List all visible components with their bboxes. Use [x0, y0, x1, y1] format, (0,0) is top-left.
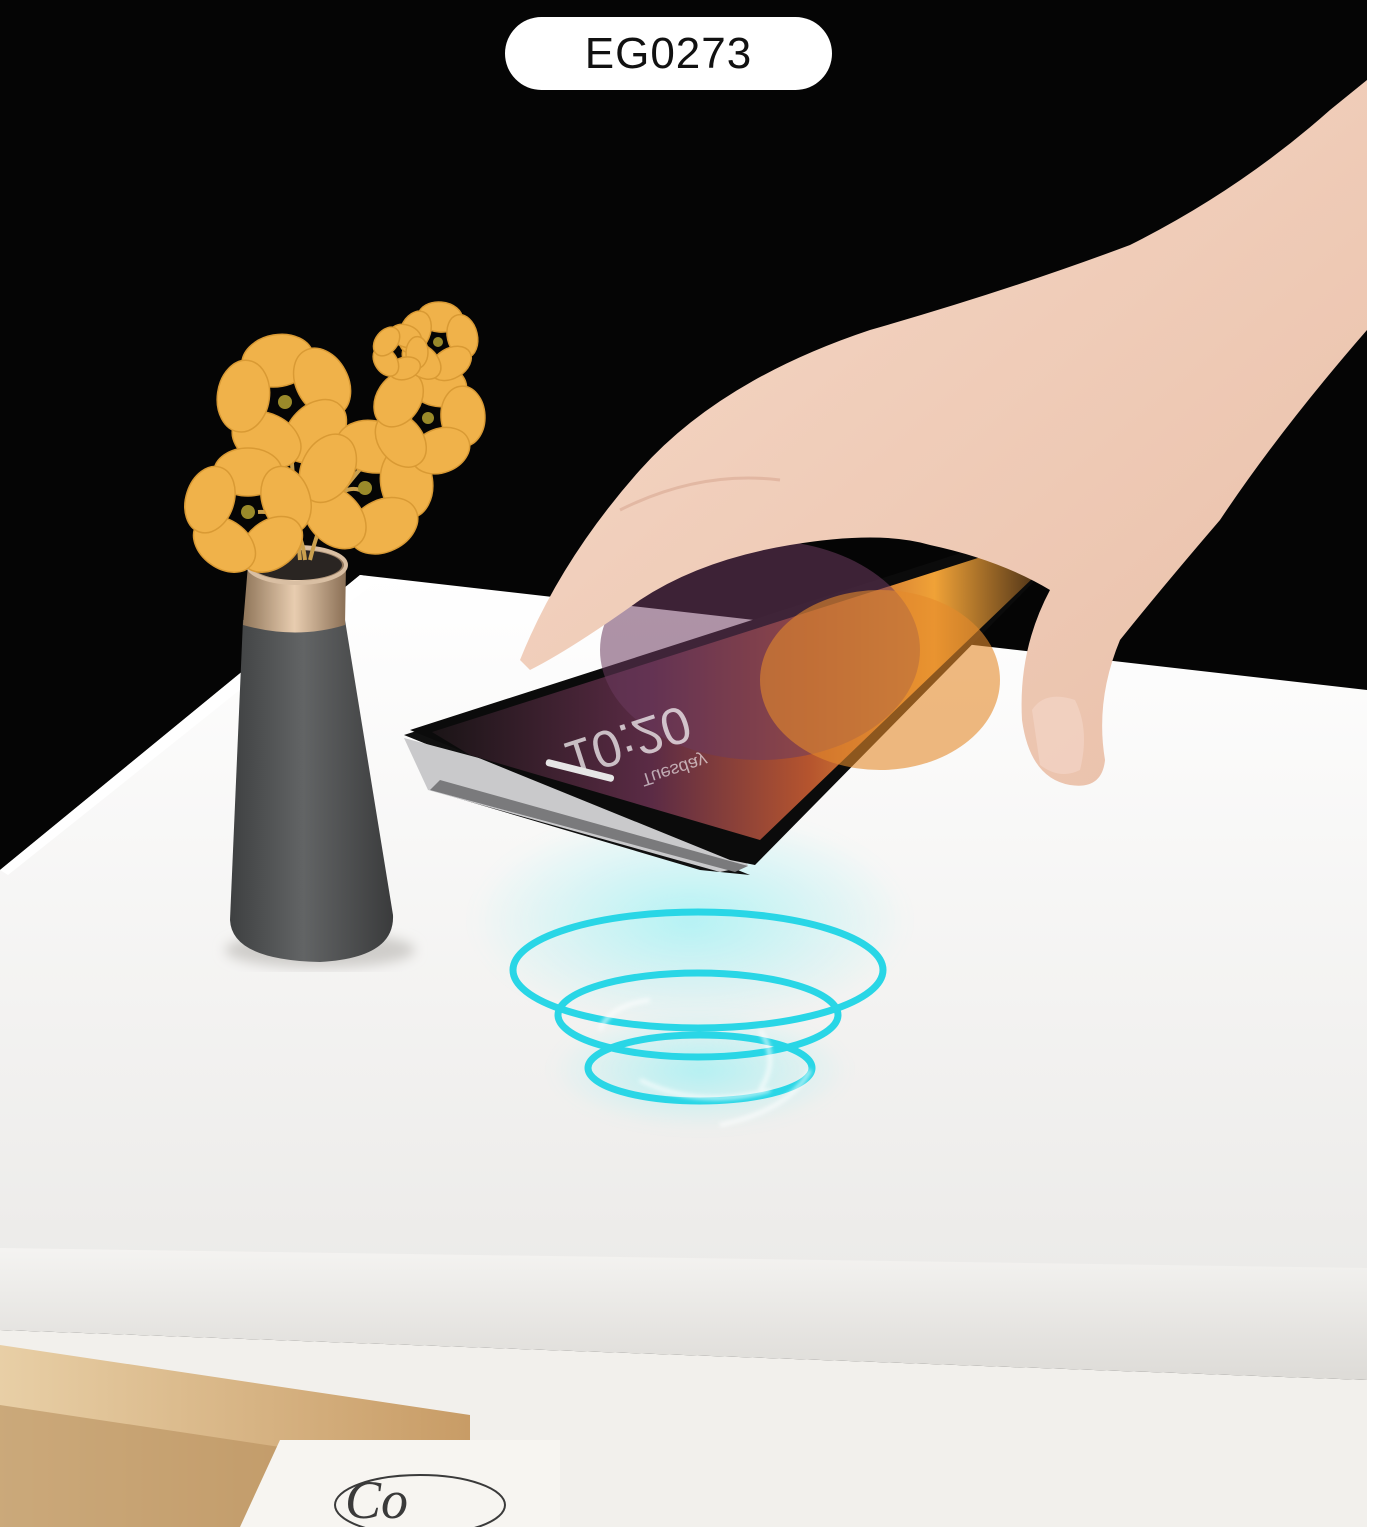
right-border [1367, 0, 1381, 1533]
product-scene-illustration: Co 10:20 Tuesday [0, 80, 1367, 1533]
product-photo: Co 10:20 Tuesday EG0273 [0, 0, 1381, 1533]
bottom-border [0, 1527, 1381, 1533]
flowers [184, 301, 486, 573]
model-code-badge: EG0273 [505, 17, 832, 90]
